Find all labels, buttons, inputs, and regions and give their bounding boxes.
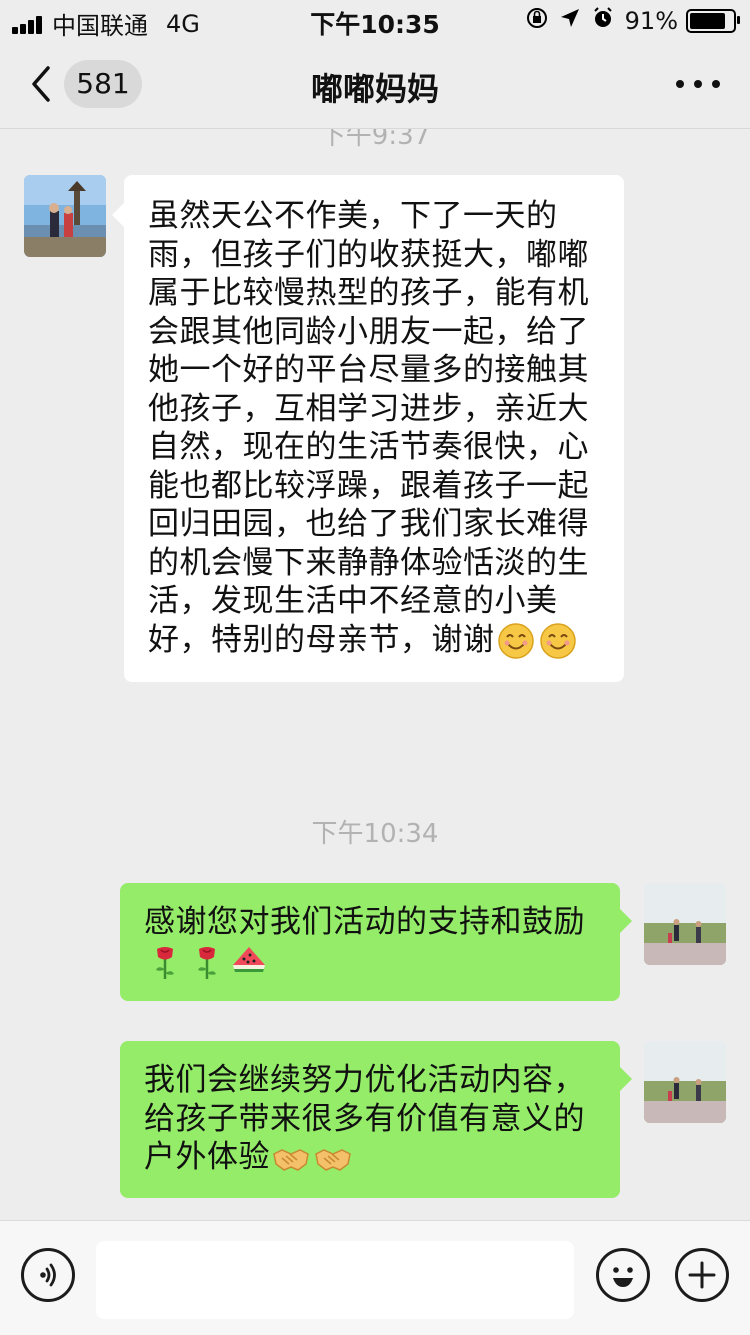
status-right: 91%: [525, 6, 740, 36]
more-functions-button[interactable]: [675, 1248, 729, 1302]
emoji-button[interactable]: [596, 1248, 650, 1302]
input-bar: [0, 1220, 750, 1335]
message-text: 感谢您对我们活动的支持和鼓励: [144, 904, 585, 940]
smile-emoji-icon: [539, 623, 576, 659]
my-avatar[interactable]: [644, 1041, 726, 1123]
message-input[interactable]: [96, 1241, 574, 1319]
contact-avatar[interactable]: [24, 175, 106, 257]
emoji-group: [146, 943, 272, 981]
handshake-emoji-icon: [315, 1148, 351, 1171]
nav-bar: 581 嘟嘟妈妈: [0, 40, 750, 129]
emoji-group: [272, 1140, 356, 1178]
plus-icon: [688, 1261, 716, 1289]
handshake-emoji-icon: [273, 1148, 309, 1171]
smiley-icon: [613, 1267, 633, 1287]
message-text: 我们会继续努力优化活动内容，给孩子带来很多有价值有意义的户外体验: [144, 1062, 585, 1175]
rotation-lock-icon: [525, 6, 549, 36]
voice-icon: [40, 1263, 56, 1287]
battery-percent: 91%: [624, 7, 678, 35]
smile-emoji-icon: [497, 623, 534, 659]
emoji-group: [497, 622, 581, 660]
timestamp-partial: 下午9:37: [319, 129, 431, 151]
message-text: 虽然天公不作美，下了一天的雨，但孩子们的收获挺大，嘟嘟属于比较慢热型的孩子，能有…: [148, 198, 589, 658]
message-bubble-outgoing[interactable]: 感谢您对我们活动的支持和鼓励: [120, 883, 632, 1001]
rose-emoji-icon: [156, 947, 174, 979]
watermelon-emoji-icon: [233, 947, 265, 972]
chat-title: 嘟嘟妈妈: [310, 70, 439, 108]
chat-area[interactable]: 下午9:37 虽然天公不作美，下了一天的雨，但孩子们的收获挺大，嘟嘟属于比较慢热…: [0, 129, 750, 1220]
timestamp: 下午10:34: [311, 819, 439, 849]
location-icon: [559, 7, 581, 35]
more-options-button[interactable]: [676, 70, 720, 98]
alarm-icon: [591, 6, 615, 36]
voice-button[interactable]: [21, 1248, 75, 1302]
my-avatar[interactable]: [644, 883, 726, 965]
battery-icon: [686, 9, 740, 33]
dot-icon: [676, 80, 684, 88]
message-bubble-outgoing[interactable]: 我们会继续努力优化活动内容，给孩子带来很多有价值有意义的户外体验: [120, 1041, 632, 1198]
dot-icon: [694, 80, 702, 88]
message-bubble-incoming[interactable]: 虽然天公不作美，下了一天的雨，但孩子们的收获挺大，嘟嘟属于比较慢热型的孩子，能有…: [112, 175, 624, 682]
status-bar: 中国联通 4G 下午10:35 91%: [0, 0, 750, 40]
dot-icon: [712, 80, 720, 88]
rose-emoji-icon: [198, 947, 216, 979]
